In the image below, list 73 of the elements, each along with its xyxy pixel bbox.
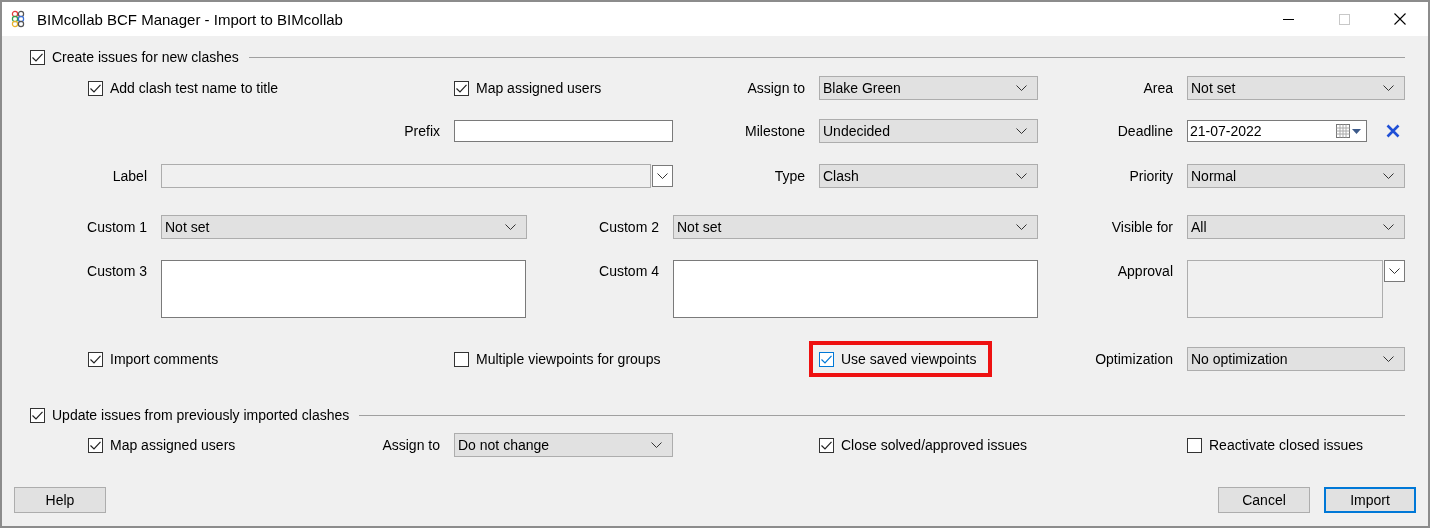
chevron-down-icon xyxy=(1383,85,1394,91)
dialog-button[interactable]: Cancel xyxy=(1218,487,1310,513)
dropdown[interactable]: Not set xyxy=(161,215,527,239)
checkbox-label: Reactivate closed issues xyxy=(1209,437,1364,453)
chevron-down-icon xyxy=(1383,224,1394,230)
field-label: Area xyxy=(1143,80,1174,96)
field-label: Priority xyxy=(1129,168,1174,184)
dropdown[interactable]: Not set xyxy=(673,215,1038,239)
x-icon[interactable] xyxy=(1386,124,1400,138)
window-title: BIMcollab BCF Manager - Import to BIMcollab xyxy=(37,10,343,28)
field-label: Visible for xyxy=(1111,219,1174,235)
dialog-button[interactable]: Help xyxy=(14,487,106,513)
text-area[interactable] xyxy=(673,260,1038,318)
checkbox[interactable] xyxy=(454,351,469,367)
checkbox[interactable] xyxy=(1187,437,1202,453)
chevron-down-icon xyxy=(1016,173,1027,179)
field-label: Label xyxy=(112,168,148,184)
chevron-down-icon xyxy=(1389,268,1400,274)
dropdown[interactable]: All xyxy=(1187,215,1405,239)
checkbox[interactable] xyxy=(819,437,834,453)
checkbox-label: Update issues from previously imported clashes xyxy=(52,407,350,423)
chevron-down-icon xyxy=(1016,85,1027,91)
checkbox[interactable] xyxy=(88,80,103,96)
checkbox-label: Multiple viewpoints for groups xyxy=(476,351,661,367)
dropdown[interactable]: Blake Green xyxy=(819,76,1038,100)
checkbox[interactable] xyxy=(30,407,45,423)
maximize-icon xyxy=(1338,13,1350,25)
text-field[interactable] xyxy=(454,120,673,142)
checkbox[interactable] xyxy=(819,351,834,367)
dropdown[interactable]: Do not change xyxy=(454,433,673,457)
chevron-down-icon xyxy=(505,224,516,230)
chevron-down-icon xyxy=(1383,173,1394,179)
checkbox-label: Map assigned users xyxy=(476,80,602,96)
calendar-icon xyxy=(1336,124,1362,138)
field-label: Deadline xyxy=(1117,123,1174,139)
field-label: Approval xyxy=(1117,262,1174,279)
text-area[interactable] xyxy=(161,260,526,318)
field-label: Custom 2 xyxy=(599,219,660,235)
checkbox[interactable] xyxy=(88,351,103,367)
checkbox[interactable] xyxy=(88,437,103,453)
checkbox-label: Import comments xyxy=(110,351,219,367)
chevron-down-icon xyxy=(1016,128,1027,134)
field-label: Assign to xyxy=(382,437,441,453)
field-label: Custom 3 xyxy=(87,262,148,279)
dropdown-button[interactable] xyxy=(652,165,673,187)
dropdown[interactable]: Normal xyxy=(1187,164,1405,188)
checkbox-label: Close solved/approved issues xyxy=(841,437,1027,453)
dropdown[interactable]: Not set xyxy=(1187,76,1405,100)
field-label: Milestone xyxy=(745,123,806,139)
checkbox-label: Create issues for new clashes xyxy=(52,49,239,65)
field-label: Optimization xyxy=(1095,351,1174,367)
dropdown[interactable]: Undecided xyxy=(819,119,1038,143)
field-label: Custom 1 xyxy=(87,219,148,235)
chevron-down-icon xyxy=(1016,224,1027,230)
checkbox-label: Map assigned users xyxy=(110,437,236,453)
dialog-button[interactable]: Import xyxy=(1324,487,1416,513)
chevron-down-icon xyxy=(1383,356,1394,362)
checkbox[interactable] xyxy=(30,49,45,65)
chevron-down-icon xyxy=(651,442,662,448)
chevron-down-icon xyxy=(657,173,668,179)
text-field[interactable] xyxy=(161,164,651,188)
checkbox-label: Add clash test name to title xyxy=(110,80,279,96)
field-label: Type xyxy=(774,168,806,184)
dropdown-button[interactable] xyxy=(1384,260,1405,282)
date-field[interactable]: 21-07-2022 xyxy=(1187,120,1367,142)
dropdown[interactable]: No optimization xyxy=(1187,347,1405,371)
field-label: Prefix xyxy=(404,123,441,139)
checkbox[interactable] xyxy=(454,80,469,96)
dropdown[interactable]: Clash xyxy=(819,164,1038,188)
field-label: Custom 4 xyxy=(599,262,660,279)
checkbox-label: Use saved viewpoints xyxy=(841,351,977,367)
field-label: Assign to xyxy=(747,80,806,96)
close-icon xyxy=(1394,13,1406,25)
